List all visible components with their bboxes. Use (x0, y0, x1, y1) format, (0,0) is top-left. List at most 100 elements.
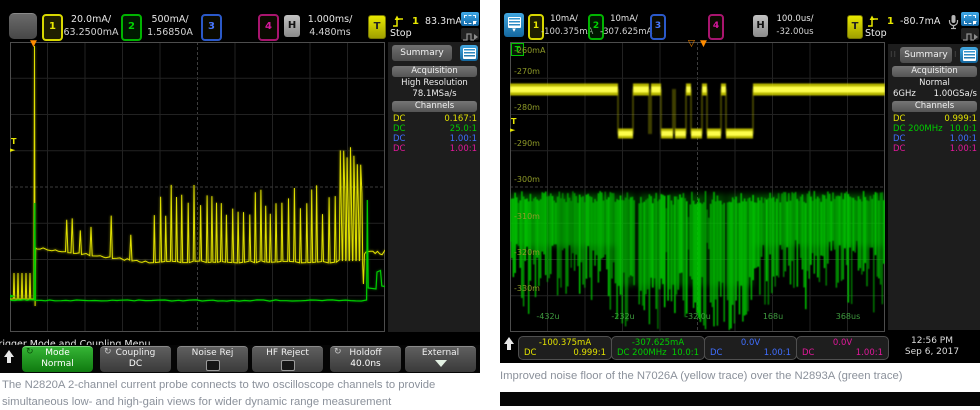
rotate-knob-icon: ↻ (334, 347, 342, 357)
grip-dots-icon: ⁝⁝ (890, 50, 898, 59)
main-menu-button[interactable]: ▾ (504, 13, 524, 37)
channel-3-button[interactable]: 3 (650, 14, 666, 40)
coupling: DC (893, 134, 906, 144)
channel-2-readout: 10mA/ -307.625mA (600, 13, 652, 39)
channel-3-summary-row: DC 1.00:1 (393, 134, 477, 144)
channel-1-button[interactable]: 1 (42, 14, 63, 41)
horizontal-button[interactable]: H (284, 15, 300, 37)
waveform-display-left: ▼ T ► ► (10, 39, 385, 332)
probe-ratio: 1.00:1 (449, 144, 477, 154)
oscilloscope-screen-left: 1 20.0mA/ 63.2500mA 2 500mA/ 1.56850A 3 … (0, 0, 480, 373)
probe-ratio: 1.00:1 (949, 144, 977, 154)
horizontal-scale: 100.0us/ (776, 14, 814, 24)
acquisition-header: Acquisition (392, 66, 477, 77)
channel-1-offset-value: -100.375mA (538, 338, 592, 348)
checkbox-unchecked[interactable] (280, 360, 295, 371)
channel-4-status-box[interactable]: 0.0V DC 1.00:1 (796, 336, 889, 360)
horizontal-readout: 1.000ms/ 4.480ms (303, 13, 357, 39)
blank-menu-button[interactable] (9, 13, 37, 39)
trigger-position-marker[interactable]: ▼ (30, 39, 37, 49)
summary-menu-button[interactable] (460, 45, 478, 61)
menu-up-button[interactable] (502, 336, 516, 355)
zoom-select-icon[interactable] (461, 12, 479, 26)
channel-3-summary-row: DC 1.00:1 (893, 134, 977, 144)
softkey-coupling[interactable]: ↻ Coupling DC (100, 346, 171, 372)
trigger-button[interactable]: T (847, 15, 863, 39)
trigger-level: -80.7mA (900, 16, 941, 27)
y-axis-label: -300m (514, 175, 540, 184)
microphone-icon[interactable] (948, 14, 959, 34)
channel-2-scale: 10mA/ (610, 14, 638, 24)
horizontal-button[interactable]: H (753, 15, 768, 37)
menu-back-button[interactable] (2, 349, 16, 368)
coupling: DC 200MHz (893, 124, 943, 134)
channel-1-offset: -100.375mA (541, 27, 594, 37)
channel-3-button[interactable]: 3 (201, 14, 222, 41)
waveform-recall-icon[interactable] (961, 28, 979, 41)
softkey-value: 40.0ns (350, 359, 381, 369)
acquisition-mode: Normal (919, 78, 950, 88)
channel-2-ratio: 10.0:1 (671, 348, 699, 358)
status-text: Trigger Mode and Coupling Menu (0, 339, 151, 345)
softkey-mode[interactable]: ↻ Mode Normal (22, 346, 93, 372)
y-axis-label: -260mA (514, 46, 546, 55)
horizontal-delay: -32.00us (776, 27, 814, 37)
channel-2-status-box[interactable]: -307.625mA DC 200MHz 10.0:1 (611, 336, 705, 360)
sample-rate: 1.00GSa/s (933, 89, 977, 99)
figure-caption-left: The N2820A 2-channel current probe conne… (2, 379, 436, 408)
trigger-level-marker[interactable]: T (11, 138, 16, 146)
summary-panel-left: Summary Acquisition High Resolution 78.1… (387, 42, 480, 332)
x-axis-label: 168u (762, 312, 784, 321)
run-state: Stop (865, 28, 887, 39)
softkey-holdoff[interactable]: ↻ Holdoff 40.0ns (330, 346, 401, 372)
x-axis-label: 368us (835, 312, 861, 321)
coupling: DC (393, 134, 406, 144)
down-arrow-icon (434, 360, 447, 367)
summary-panel-right: ⁝⁝ Summary ⁝ Acquisition Normal 6GHz 1.0… (887, 44, 980, 330)
channel-1-ratio: 0.999:1 (573, 348, 606, 358)
y-axis-label: -310m (514, 212, 540, 221)
trigger-time-reference-marker: ▽ (688, 39, 695, 49)
channel-4-button[interactable]: 4 (258, 14, 279, 41)
cursor-icon (473, 21, 477, 25)
time: 12:56 PM (911, 336, 953, 346)
channel-2-ground-marker[interactable]: ► (10, 292, 15, 300)
cursor-icon (973, 21, 977, 25)
run-state: Stop (390, 28, 412, 39)
summary-menu-button[interactable] (960, 47, 978, 63)
summary-tab[interactable]: Summary (900, 47, 952, 63)
channel-2-button[interactable]: 2 (121, 14, 142, 41)
trigger-level: 83.3mA (425, 16, 462, 27)
channel-1-status-box[interactable]: -100.375mA DC 0.999:1 (518, 336, 612, 360)
waveform-recall-icon[interactable] (461, 28, 479, 41)
probe-ratio: 0.167:1 (444, 114, 477, 124)
softkey-menu: ↻ Mode Normal ↻ Coupling DC Noise Rej HF… (0, 345, 480, 373)
trigger-position-marker[interactable]: ▼ (700, 39, 707, 49)
channel-1-readout: 10mA/ -100.375mA (541, 13, 594, 39)
channel-1-coupling: DC (524, 348, 537, 358)
grip-dots-icon: ⁝ (954, 50, 958, 59)
coupling: DC (393, 124, 406, 134)
channel-4-button[interactable]: 4 (708, 14, 724, 40)
trigger-button[interactable]: T (368, 15, 386, 39)
softkey-value: Normal (41, 359, 74, 369)
softkey-noise-rej[interactable]: Noise Rej (177, 346, 248, 372)
summary-tab[interactable]: Summary (392, 45, 452, 61)
x-axis-label: -32.0u (685, 312, 711, 321)
acquisition-header: Acquisition (892, 66, 977, 77)
softkey-external[interactable]: External (405, 346, 476, 372)
zoom-select-icon[interactable] (961, 12, 979, 26)
menu-icon (462, 47, 476, 59)
horizontal-delay: 4.480ms (309, 27, 351, 38)
channel-3-status-box[interactable]: 0.0V DC 1.00:1 (704, 336, 797, 360)
bandwidth-samplerate-row: 6GHz 1.00GSa/s (893, 89, 977, 99)
checkbox-unchecked[interactable] (205, 360, 220, 371)
trigger-level-marker[interactable]: T (511, 118, 516, 126)
channel-4-offset-value: 0.0V (832, 338, 853, 348)
trigger-level-arrow-icon: ► (10, 146, 16, 154)
softkey-hf-reject[interactable]: HF Reject (252, 346, 323, 372)
probe-ratio: 25.0:1 (449, 124, 477, 134)
x-axis-label: -232u (611, 312, 635, 321)
channel-2-summary-row: DC 25.0:1 (393, 124, 477, 134)
softkey-value: DC (128, 359, 143, 369)
